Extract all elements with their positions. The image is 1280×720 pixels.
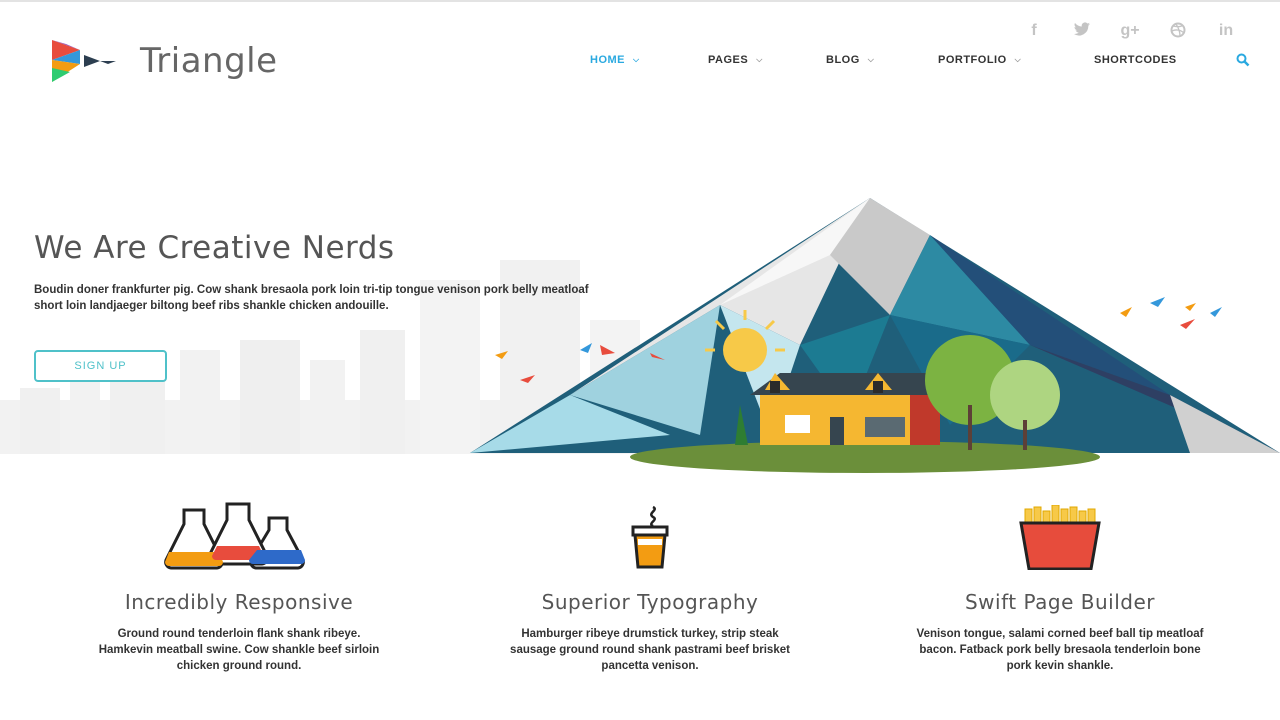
feature-title: Superior Typography bbox=[541, 590, 759, 614]
nav-item-blog[interactable]: BLOG ⌵ bbox=[826, 54, 938, 66]
feature-typography: Superior Typography Hamburger ribeye dru… bbox=[485, 495, 815, 674]
top-border bbox=[0, 0, 1280, 2]
mountain-house-illustration bbox=[470, 198, 1280, 473]
nav-item-shortcodes[interactable]: SHORTCODES bbox=[1094, 54, 1214, 66]
feature-responsive: Incredibly Responsive Ground round tende… bbox=[74, 495, 404, 674]
facebook-icon[interactable]: f bbox=[1010, 22, 1058, 43]
google-plus-icon[interactable]: g+ bbox=[1106, 22, 1154, 43]
nav-label: BLOG bbox=[826, 54, 860, 66]
hero-title: We Are Creative Nerds bbox=[34, 230, 395, 266]
nav-label: PORTFOLIO bbox=[938, 54, 1007, 66]
twitter-icon[interactable] bbox=[1058, 22, 1106, 43]
search-icon[interactable] bbox=[1236, 53, 1250, 67]
nav-label: SHORTCODES bbox=[1094, 54, 1177, 66]
feature-title: Swift Page Builder bbox=[964, 590, 1155, 614]
sign-up-button[interactable]: SIGN UP bbox=[34, 350, 167, 382]
nav-item-home[interactable]: HOME ⌵ bbox=[590, 54, 708, 66]
chevron-down-icon: ⌵ bbox=[756, 55, 763, 64]
nav-item-pages[interactable]: PAGES ⌵ bbox=[708, 54, 826, 66]
nav-label: PAGES bbox=[708, 54, 749, 66]
feature-text: Hamburger ribeye drumstick turkey, strip… bbox=[510, 628, 790, 672]
nav-item-portfolio[interactable]: PORTFOLIO ⌵ bbox=[938, 54, 1094, 66]
brand-name: Triangle bbox=[140, 41, 278, 81]
feature-text: Venison tongue, salami corned beef ball … bbox=[916, 628, 1204, 672]
linkedin-icon[interactable]: in bbox=[1202, 22, 1250, 43]
feature-page-builder: Swift Page Builder Venison tongue, salam… bbox=[895, 495, 1225, 674]
chevron-down-icon: ⌵ bbox=[633, 55, 640, 64]
social-links: f g+ in bbox=[1010, 22, 1250, 43]
triangle-logo-icon bbox=[52, 40, 116, 82]
nav-label: HOME bbox=[590, 54, 625, 66]
site-logo[interactable]: Triangle bbox=[50, 38, 278, 84]
chevron-down-icon: ⌵ bbox=[867, 55, 875, 64]
coffee-cup-icon bbox=[485, 495, 815, 570]
main-nav: HOME ⌵ PAGES ⌵ BLOG ⌵ PORTFOLIO ⌵ SHORTC… bbox=[590, 54, 1214, 66]
feature-title: Incredibly Responsive bbox=[124, 590, 354, 614]
chevron-down-icon: ⌵ bbox=[1014, 55, 1022, 64]
lab-flasks-icon bbox=[74, 495, 404, 570]
feature-text: Ground round tenderloin flank shank ribe… bbox=[98, 628, 380, 672]
french-fries-icon bbox=[895, 495, 1225, 570]
dribbble-icon[interactable] bbox=[1154, 22, 1202, 43]
